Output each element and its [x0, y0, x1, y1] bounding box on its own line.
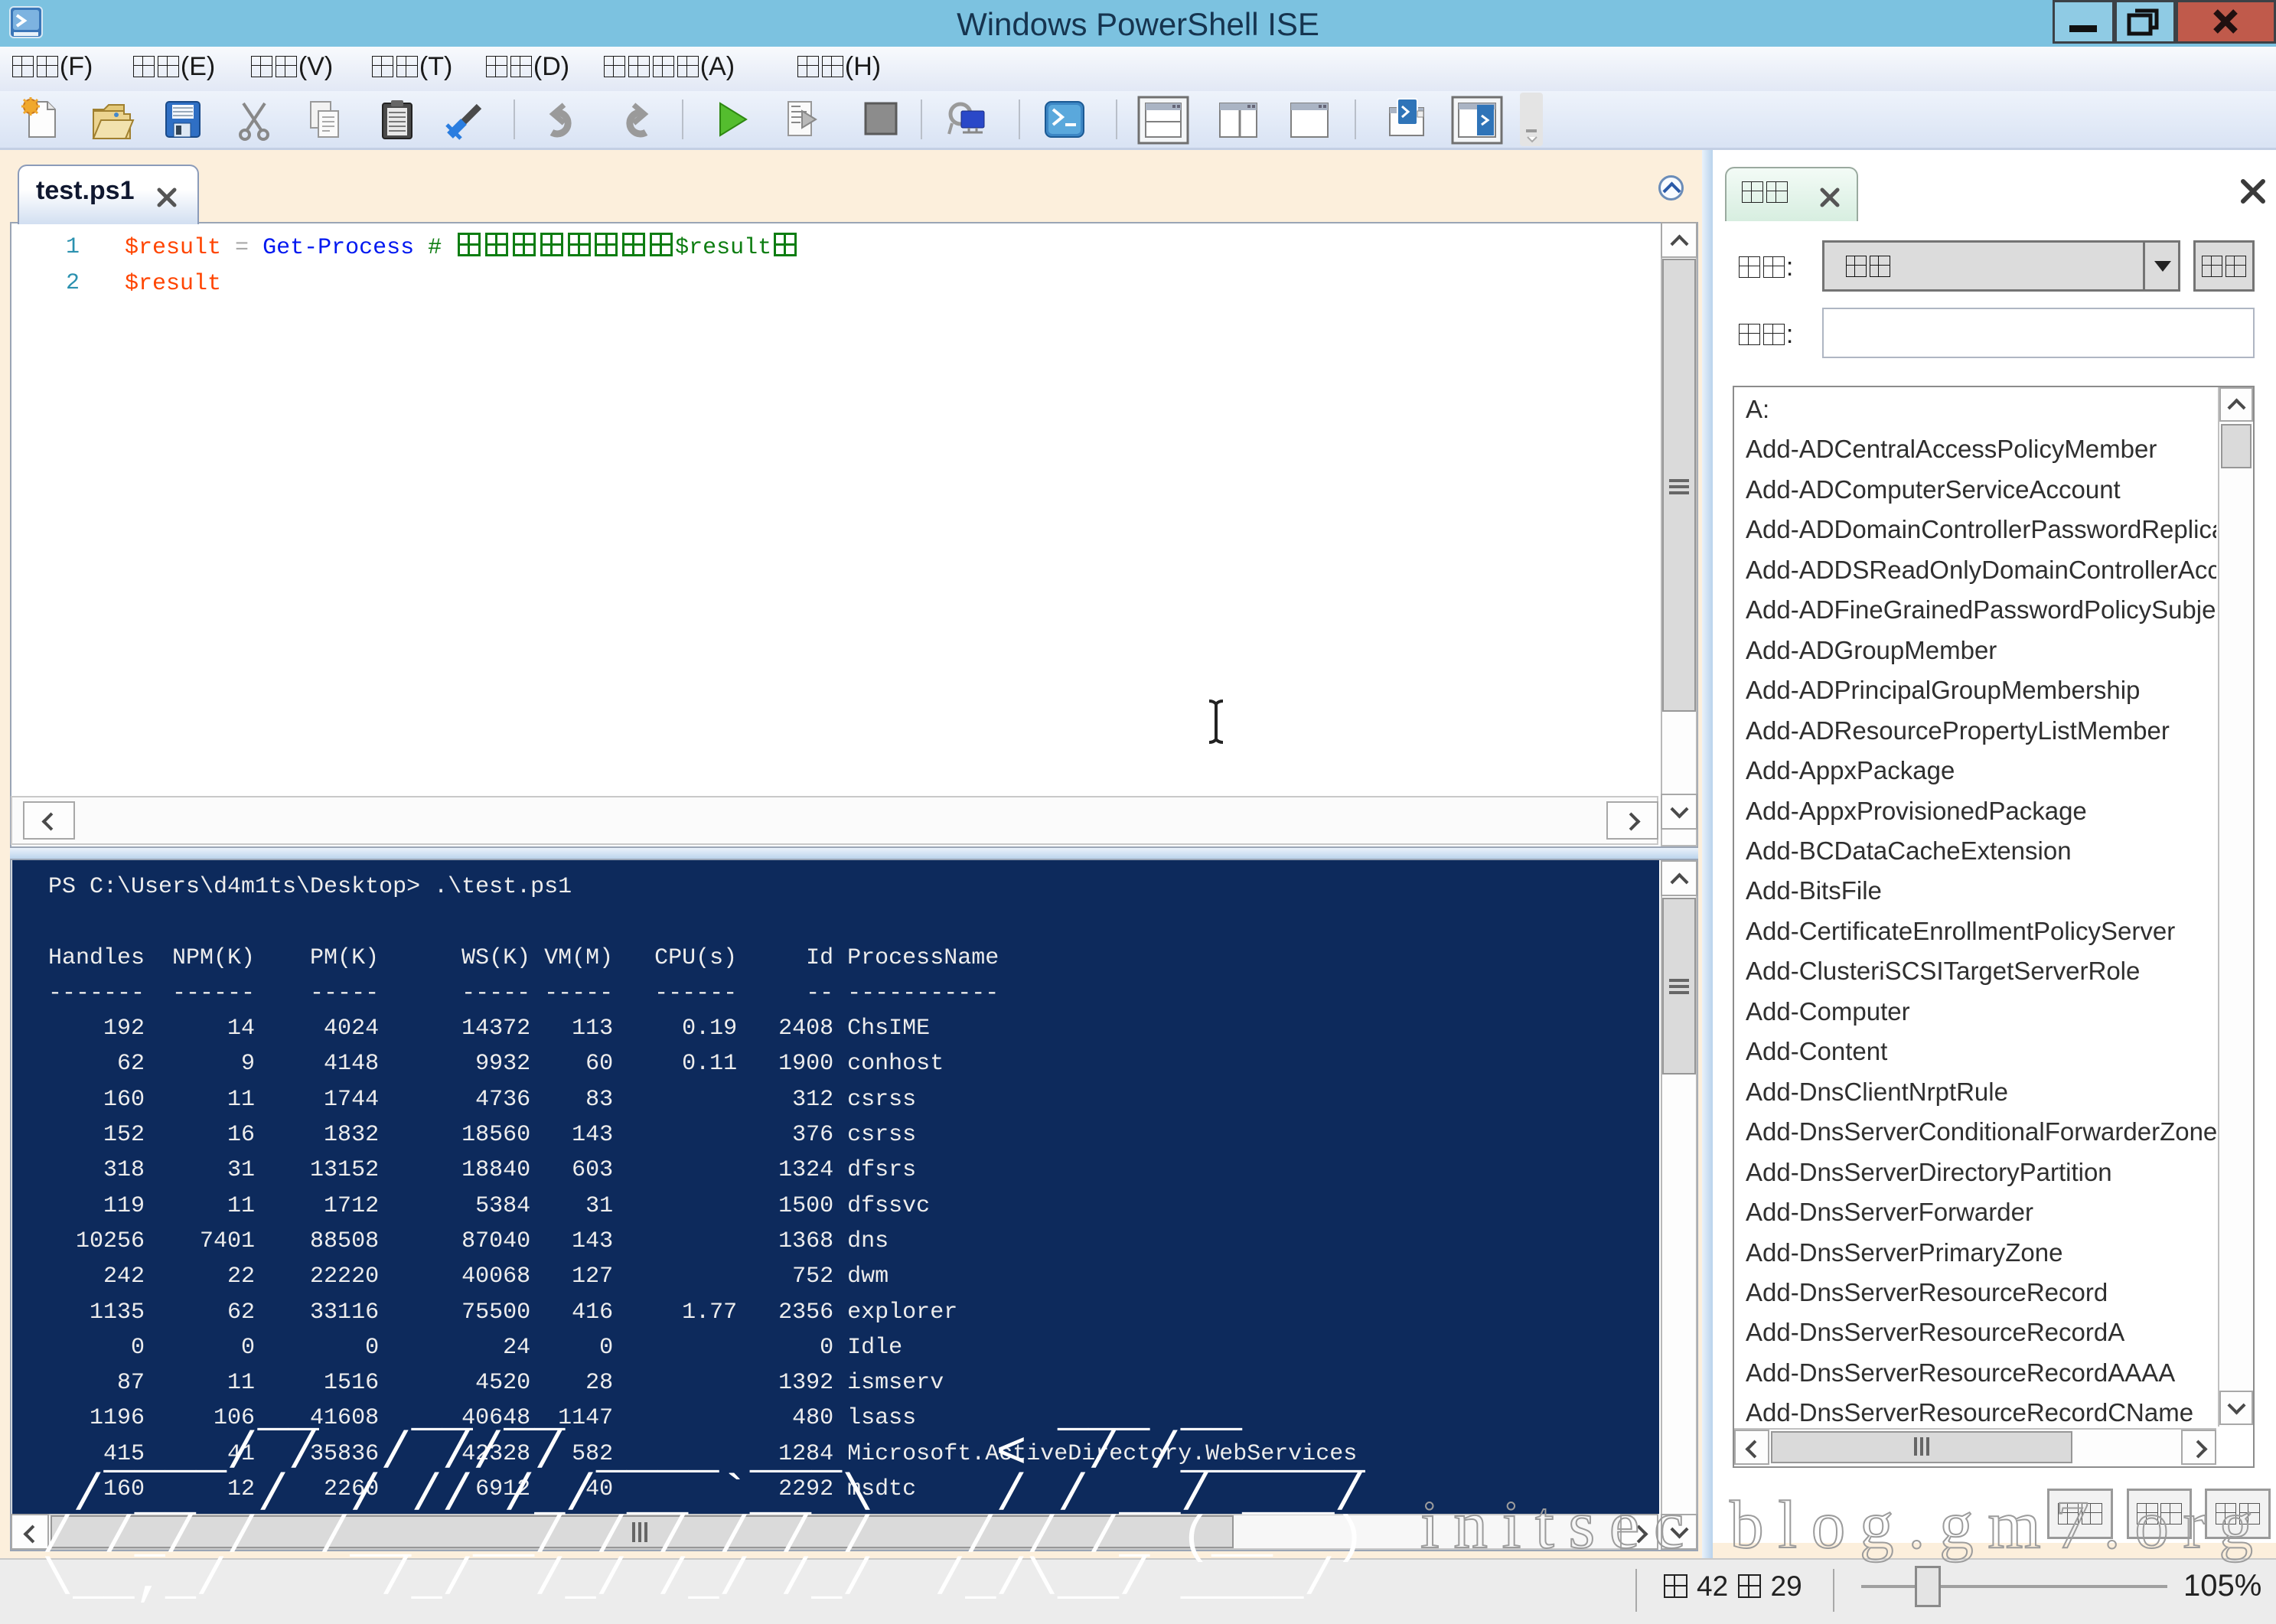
svg-text:initsec blog.gm7.org: initsec blog.gm7.org — [1420, 1488, 2268, 1563]
